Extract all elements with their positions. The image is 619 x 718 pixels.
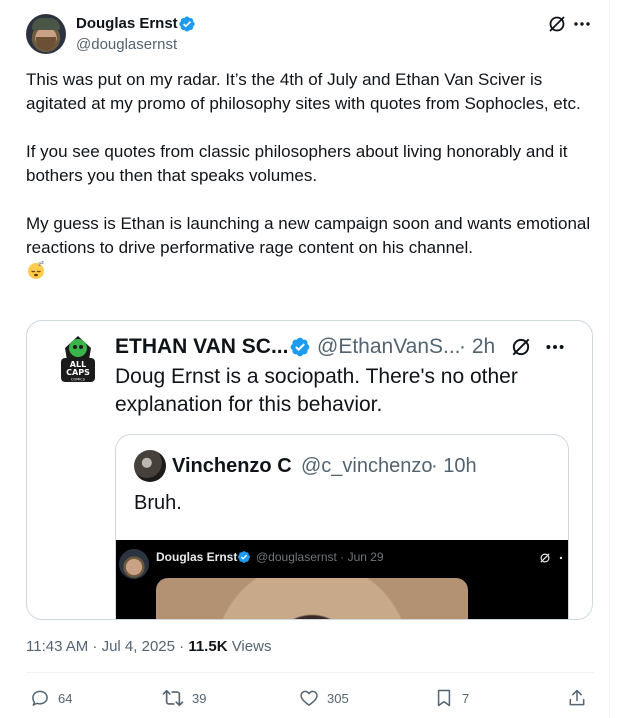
quote-avatar-text-2: CAPS [66, 368, 90, 377]
bookmark-button[interactable]: 7 [434, 686, 469, 710]
sleeping-face-emoji-icon: z z [28, 260, 44, 279]
nested-text: Bruh. [134, 492, 182, 514]
grok-icon[interactable] [510, 336, 532, 358]
reply-count: 64 [58, 690, 73, 706]
like-count: 305 [327, 690, 349, 706]
svg-text:z: z [41, 260, 44, 266]
embedded-image [156, 578, 468, 619]
post-paragraph: My guess is Ethan is launching a new cam… [26, 212, 596, 284]
verified-badge-icon [238, 551, 250, 563]
post-text: This was put on my radar. It’s the 4th o… [26, 68, 596, 284]
post-paragraph-text: My guess is Ethan is launching a new cam… [26, 214, 591, 257]
post-timestamp[interactable]: 11:43 AM · Jul 4, 2025 · [26, 638, 184, 655]
repost-button[interactable]: 39 [162, 686, 206, 710]
embedded-avatar [119, 549, 149, 579]
author-avatar[interactable] [26, 14, 66, 54]
nested-author-name[interactable]: Vinchenzo C [172, 453, 292, 479]
post-paragraph: If you see quotes from classic philosoph… [26, 142, 568, 185]
more-icon [559, 556, 563, 560]
grok-icon[interactable] [547, 14, 567, 34]
repost-count: 39 [192, 690, 207, 706]
bookmark-icon [437, 689, 451, 707]
nested-author-handle[interactable]: @c_vinchenzo [301, 453, 432, 479]
verified-badge-icon [179, 16, 195, 32]
repost-icon [162, 689, 184, 707]
quote-text: Doug Ernst is a sociopath. There's no ot… [115, 365, 518, 416]
views-count: 11.5K [188, 638, 228, 655]
views-label: Views [231, 638, 272, 655]
nested-timestamp[interactable]: · 10h [431, 453, 477, 479]
reply-icon [32, 690, 48, 706]
quote-timestamp[interactable]: · 2h [459, 333, 495, 361]
share-button[interactable] [567, 686, 587, 710]
more-icon[interactable] [544, 336, 566, 358]
share-icon [569, 689, 585, 706]
bookmark-count: 7 [462, 690, 470, 706]
quote-author-handle[interactable]: @EthanVanS... [317, 333, 461, 361]
embedded-author-name: Douglas Ernst [156, 550, 238, 564]
quote-author-name[interactable]: ETHAN VAN SC... [115, 333, 288, 361]
author-name[interactable]: Douglas Ernst [76, 14, 178, 34]
embedded-handle-text: @douglasernst [256, 550, 337, 564]
author-handle[interactable]: @douglasernst [76, 35, 177, 55]
post-paragraph: This was put on my radar. It’s the 4th o… [26, 70, 581, 113]
post-card: Douglas Ernst @douglasernst This was put… [0, 0, 610, 718]
embedded-screenshot[interactable]: Douglas Ernst @douglasernst · Jun 29 [116, 540, 568, 619]
nested-quoted-post[interactable]: Vinchenzo C @c_vinchenzo · 10h Bruh. Dou… [115, 434, 569, 619]
like-icon [300, 690, 318, 706]
post-meta: 11:43 AM · Jul 4, 2025 · 11.5K Views [26, 637, 271, 657]
quote-avatar-text-3: COMICS [71, 378, 86, 382]
more-icon[interactable] [572, 14, 592, 34]
nested-author-avatar[interactable] [134, 450, 166, 482]
quoted-post[interactable]: ALL CAPS COMICS ETHAN VAN SC... @EthanVa… [26, 320, 593, 620]
verified-badge-icon [290, 337, 310, 357]
reply-button[interactable]: 64 [30, 686, 72, 710]
embedded-time: · Jun 29 [340, 550, 384, 564]
divider [26, 672, 594, 673]
quote-author-avatar[interactable]: ALL CAPS COMICS [59, 334, 97, 386]
grok-icon [540, 553, 550, 563]
like-button[interactable]: 305 [299, 686, 349, 710]
embedded-author-handle: @douglasernst · Jun 29 [256, 549, 384, 565]
